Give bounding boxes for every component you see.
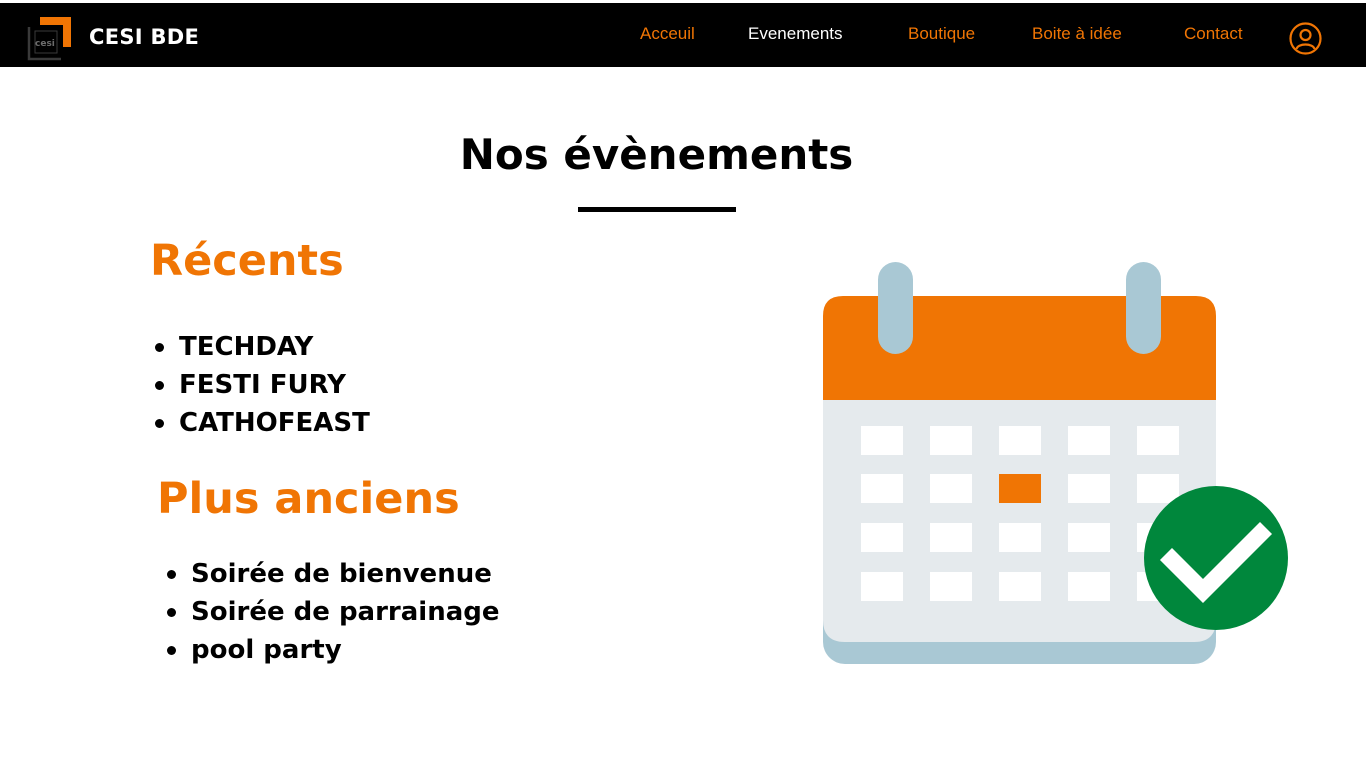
list-item[interactable]: FESTI FURY xyxy=(155,366,370,404)
top-navigation-bar: cesi CESI BDE Acceuil Evenements Boutiqu… xyxy=(0,3,1366,67)
bullet-icon xyxy=(155,381,164,390)
user-circle-icon[interactable] xyxy=(1289,22,1322,55)
list-item[interactable]: Soirée de parrainage xyxy=(167,593,500,631)
event-name: Soirée de bienvenue xyxy=(191,559,492,589)
nav-boite-a-idee[interactable]: Boite à idée xyxy=(1032,24,1122,44)
nav-boutique[interactable]: Boutique xyxy=(908,24,975,44)
calendar-check-icon xyxy=(820,258,1290,668)
brand-name[interactable]: CESI BDE xyxy=(89,25,199,49)
older-events-list: Soirée de bienvenue Soirée de parrainage… xyxy=(167,555,500,669)
bullet-icon xyxy=(167,570,176,579)
nav-evenements[interactable]: Evenements xyxy=(748,24,843,44)
list-item[interactable]: CATHOFEAST xyxy=(155,404,370,442)
list-item[interactable]: pool party xyxy=(167,631,500,669)
event-name: TECHDAY xyxy=(179,332,314,362)
bullet-icon xyxy=(155,419,164,428)
recent-events-heading: Récents xyxy=(150,236,344,286)
nav-accueil[interactable]: Acceuil xyxy=(640,24,695,44)
event-name: CATHOFEAST xyxy=(179,408,370,438)
bullet-icon xyxy=(167,646,176,655)
title-underline xyxy=(578,207,736,212)
nav-contact[interactable]: Contact xyxy=(1184,24,1243,44)
event-name: pool party xyxy=(191,635,342,665)
logo-text: cesi xyxy=(35,39,55,49)
cesi-logo[interactable]: cesi xyxy=(27,15,73,61)
bullet-icon xyxy=(167,608,176,617)
page-title: Nos évènements xyxy=(459,130,854,179)
event-name: FESTI FURY xyxy=(179,370,347,400)
recent-events-list: TECHDAY FESTI FURY CATHOFEAST xyxy=(155,328,370,442)
list-item[interactable]: Soirée de bienvenue xyxy=(167,555,500,593)
event-name: Soirée de parrainage xyxy=(191,597,500,627)
older-events-heading: Plus anciens xyxy=(157,474,460,524)
list-item[interactable]: TECHDAY xyxy=(155,328,370,366)
bullet-icon xyxy=(155,343,164,352)
cesi-logo-mark: cesi xyxy=(27,17,71,61)
